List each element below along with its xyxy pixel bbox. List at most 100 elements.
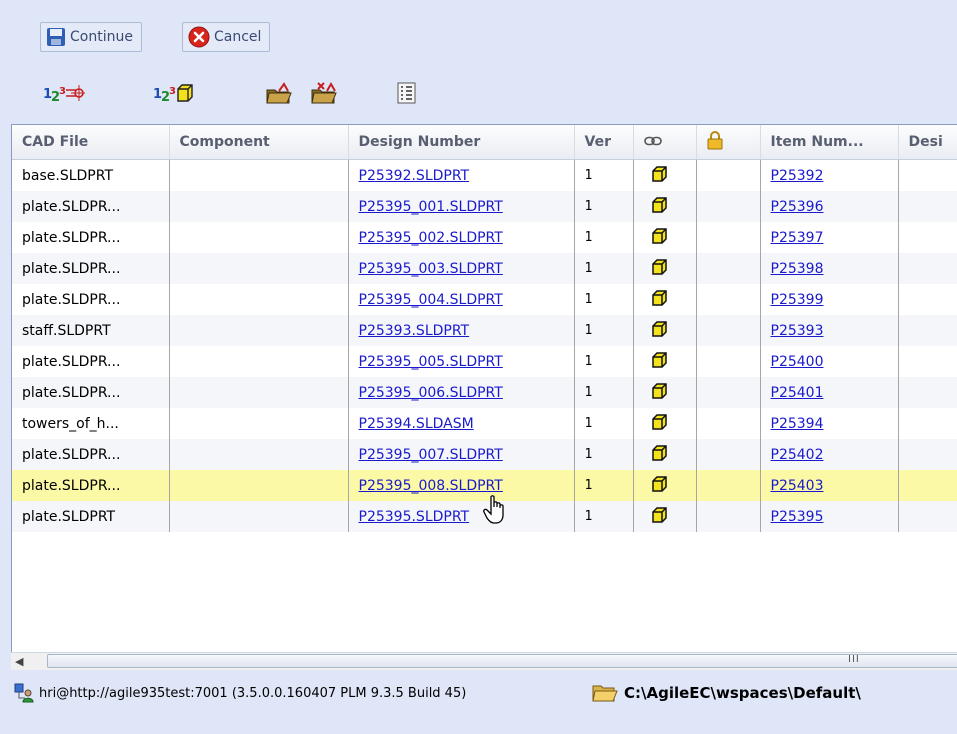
hand-cursor-icon bbox=[483, 495, 504, 524]
item-number-link[interactable]: P25403 bbox=[771, 478, 824, 494]
renumber-part-tool[interactable]: 1 2 3 bbox=[152, 80, 194, 106]
design-number-link[interactable]: P25395_007.SLDPRT bbox=[359, 447, 503, 463]
scroll-thumb[interactable]: III bbox=[47, 654, 957, 668]
folder-up-tool[interactable] bbox=[265, 80, 293, 106]
cancel-button[interactable]: Cancel bbox=[182, 22, 271, 52]
grid-body: base.SLDPRT P25392.SLDPRT 1 P25392 plate.SLD… bbox=[12, 159, 957, 532]
cad-file-cell: plate.SLDPR... bbox=[12, 284, 170, 315]
design-number-link[interactable]: P25394.SLDASM bbox=[359, 416, 474, 432]
design-number-cell: P25395_007.SLDPRT bbox=[348, 439, 575, 470]
item-number-cell: P25396 bbox=[760, 191, 899, 222]
horizontal-scrollbar[interactable]: ◀ III bbox=[11, 652, 957, 670]
table-row[interactable]: staff.SLDPRT P25393.SLDPRT 1 P25393 bbox=[12, 315, 957, 346]
continue-button[interactable]: Continue bbox=[40, 22, 142, 52]
design-number-link[interactable]: P25395.SLDPRT bbox=[359, 509, 470, 525]
design-number-link[interactable]: P25395_001.SLDPRT bbox=[359, 199, 503, 215]
design-number-cell: P25394.SLDASM bbox=[348, 408, 575, 439]
design-number-link[interactable]: P25395_004.SLDPRT bbox=[359, 292, 503, 308]
design-number-link[interactable]: P25395_005.SLDPRT bbox=[359, 354, 503, 370]
lock-cell bbox=[696, 377, 761, 408]
status-bar: hri@http://agile935test:7001 (3.5.0.0.16… bbox=[0, 677, 957, 709]
ver-cell: 1 bbox=[574, 222, 634, 253]
design-number-link[interactable]: P25395_008.SLDPRT bbox=[359, 478, 503, 494]
col-description[interactable]: Desi bbox=[898, 125, 957, 160]
yellow-cube-icon bbox=[651, 444, 667, 461]
item-number-link[interactable]: P25394 bbox=[771, 416, 824, 432]
design-number-cell: P25395_005.SLDPRT bbox=[348, 346, 575, 377]
ver-cell: 1 bbox=[574, 253, 634, 284]
item-number-link[interactable]: P25401 bbox=[771, 385, 824, 401]
link-cell bbox=[633, 159, 697, 191]
design-number-link[interactable]: P25392.SLDPRT bbox=[359, 168, 470, 184]
table-row[interactable]: plate.SLDPR... P25395_003.SLDPRT 1 P25398 bbox=[12, 253, 957, 284]
description-cell bbox=[898, 501, 957, 532]
cad-file-grid: CAD File Component Design Number Ver Ite… bbox=[11, 124, 957, 655]
item-number-cell: P25400 bbox=[760, 346, 899, 377]
link-cell bbox=[633, 501, 697, 532]
col-item-number[interactable]: Item Num... bbox=[760, 125, 899, 160]
item-number-link[interactable]: P25399 bbox=[771, 292, 824, 308]
col-ver[interactable]: Ver bbox=[574, 125, 634, 160]
table-row[interactable]: plate.SLDPR... P25395_005.SLDPRT 1 P25400 bbox=[12, 346, 957, 377]
table-row[interactable]: base.SLDPRT P25392.SLDPRT 1 P25392 bbox=[12, 159, 957, 191]
item-number-link[interactable]: P25396 bbox=[771, 199, 824, 215]
yellow-cube-icon bbox=[651, 506, 667, 523]
lock-cell bbox=[696, 253, 761, 284]
item-number-link[interactable]: P25397 bbox=[771, 230, 824, 246]
table-row[interactable]: plate.SLDPR... P25395_006.SLDPRT 1 P25401 bbox=[12, 377, 957, 408]
lock-cell bbox=[696, 191, 761, 222]
table-row[interactable]: plate.SLDPR... P25395_001.SLDPRT 1 P25396 bbox=[12, 191, 957, 222]
table-row[interactable]: plate.SLDPR... P25395_004.SLDPRT 1 P25399 bbox=[12, 284, 957, 315]
design-number-link[interactable]: P25393.SLDPRT bbox=[359, 323, 470, 339]
design-number-link[interactable]: P25395_006.SLDPRT bbox=[359, 385, 503, 401]
header-row: CAD File Component Design Number Ver Ite… bbox=[12, 125, 957, 160]
link-cell bbox=[633, 315, 697, 346]
col-lock[interactable] bbox=[696, 125, 761, 160]
item-number-link[interactable]: P25400 bbox=[771, 354, 824, 370]
lock-cell bbox=[696, 346, 761, 377]
yellow-cube-icon bbox=[651, 475, 667, 492]
item-number-link[interactable]: P25393 bbox=[771, 323, 824, 339]
design-number-link[interactable]: P25395_003.SLDPRT bbox=[359, 261, 503, 277]
item-number-cell: P25399 bbox=[760, 284, 899, 315]
design-number-cell: P25393.SLDPRT bbox=[348, 315, 575, 346]
yellow-cube-icon bbox=[651, 227, 667, 244]
folder-cancel-tool[interactable] bbox=[310, 80, 338, 106]
component-cell bbox=[169, 222, 349, 253]
component-cell bbox=[169, 253, 349, 284]
link-cell bbox=[633, 377, 697, 408]
col-cad-file[interactable]: CAD File bbox=[12, 125, 170, 160]
cad-file-cell: towers_of_h... bbox=[12, 408, 170, 439]
description-cell bbox=[898, 222, 957, 253]
table-row[interactable]: plate.SLDPR... P25395_007.SLDPRT 1 P25402 bbox=[12, 439, 957, 470]
scroll-left-arrow-icon[interactable]: ◀ bbox=[15, 655, 23, 668]
lock-icon bbox=[707, 131, 722, 150]
design-number-cell: P25392.SLDPRT bbox=[348, 159, 575, 191]
yellow-cube-icon bbox=[651, 165, 667, 182]
lock-cell bbox=[696, 470, 761, 501]
ver-cell: 1 bbox=[574, 315, 634, 346]
ver-cell: 1 bbox=[574, 346, 634, 377]
cad-table: CAD File Component Design Number Ver Ite… bbox=[12, 125, 957, 532]
lock-cell bbox=[696, 222, 761, 253]
item-number-link[interactable]: P25392 bbox=[771, 168, 824, 184]
ver-cell: 1 bbox=[574, 501, 634, 532]
col-component[interactable]: Component bbox=[169, 125, 349, 160]
item-number-cell: P25402 bbox=[760, 439, 899, 470]
link-cell bbox=[633, 253, 697, 284]
col-link[interactable] bbox=[633, 125, 697, 160]
design-number-link[interactable]: P25395_002.SLDPRT bbox=[359, 230, 503, 246]
item-number-link[interactable]: P25395 bbox=[771, 509, 824, 525]
cad-file-cell: plate.SLDPR... bbox=[12, 470, 170, 501]
item-number-link[interactable]: P25402 bbox=[771, 447, 824, 463]
cad-file-cell: plate.SLDPRT bbox=[12, 501, 170, 532]
col-design-number[interactable]: Design Number bbox=[348, 125, 575, 160]
checklist-tool[interactable] bbox=[397, 80, 417, 106]
item-number-cell: P25392 bbox=[760, 159, 899, 191]
component-cell bbox=[169, 284, 349, 315]
component-cell bbox=[169, 408, 349, 439]
renumber-component-tool[interactable]: 1 2 3 bbox=[42, 80, 86, 106]
table-row[interactable]: towers_of_h... P25394.SLDASM 1 P25394 bbox=[12, 408, 957, 439]
table-row[interactable]: plate.SLDPR... P25395_002.SLDPRT 1 P25397 bbox=[12, 222, 957, 253]
item-number-link[interactable]: P25398 bbox=[771, 261, 824, 277]
